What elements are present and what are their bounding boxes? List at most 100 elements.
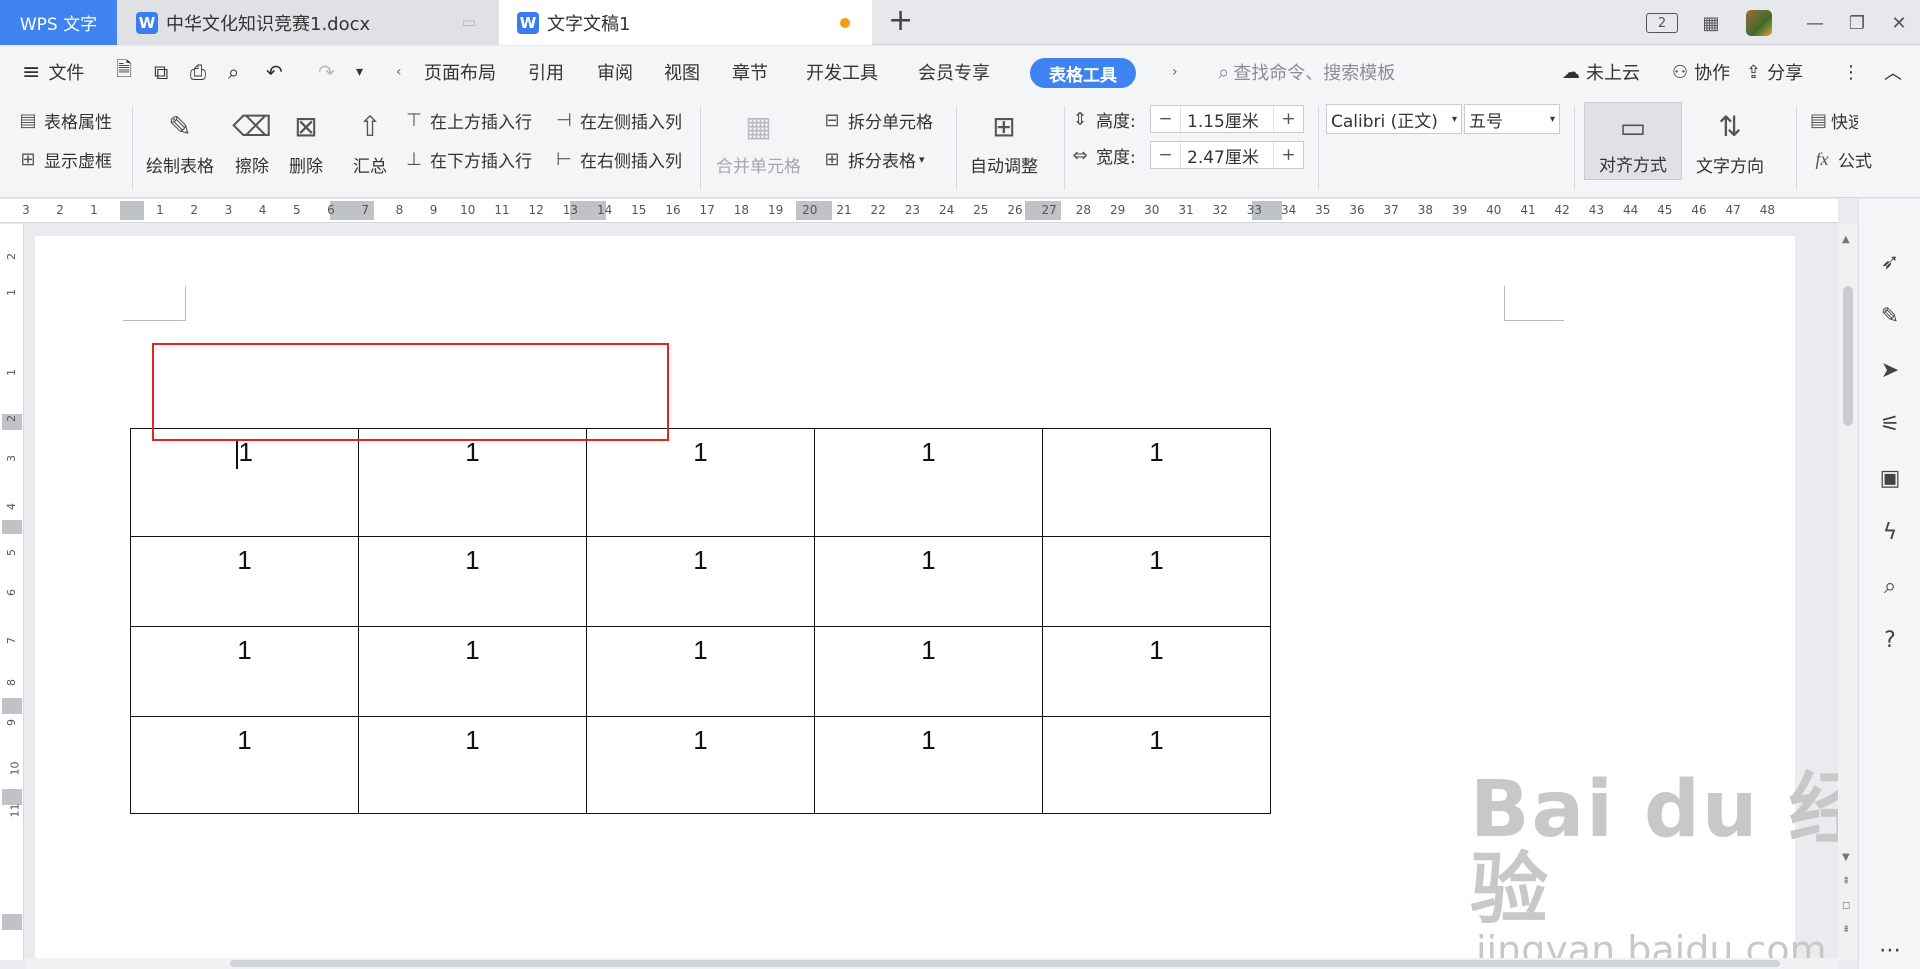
scroll-right-icon[interactable]: › [1172,46,1178,98]
menu-file[interactable]: ≡ 文件 [22,46,84,98]
insert-col-right-button[interactable]: ⊢ 在右侧插入列 [552,147,682,172]
share-button[interactable]: ⇪ 分享 [1746,46,1803,98]
table-cell[interactable]: 1 [1042,716,1271,814]
close-icon[interactable]: ✕ [1884,8,1914,38]
help-icon[interactable]: ? [1877,627,1903,653]
row-height-decrease[interactable]: − [1151,106,1181,132]
menu-developer[interactable]: 开发工具 [806,46,878,98]
ruler-row-marker[interactable] [2,698,22,714]
vertical-scroll-thumb[interactable] [1843,286,1853,426]
erase-button[interactable]: ⌫ 擦除 [232,106,272,178]
new-tab-icon[interactable]: + [888,6,913,36]
table-cell[interactable]: 1 [1042,626,1271,717]
table-cell[interactable]: 1 [130,536,359,627]
font-size-select[interactable]: 五号 ▾ [1464,104,1560,134]
more-menu-icon[interactable]: ⋮ [1842,46,1860,98]
menu-page-layout[interactable]: 页面布局 [424,46,496,98]
document-table[interactable]: 1 1 1 1 1 1 1 1 1 1 1 1 1 1 1 1 1 1 1 1 [130,428,1271,814]
collab-button[interactable]: ⚇ 协作 [1672,46,1730,98]
table-properties-button[interactable]: ▤ 表格属性 [16,108,112,133]
draw-table-button[interactable]: ✎ 绘制表格 [146,106,214,178]
menu-review[interactable]: 审阅 [597,46,633,98]
more-icon[interactable]: ⋯ [1877,937,1903,963]
vertical-ruler[interactable]: 2 1 1 2 3 4 5 6 7 8 9 10 11 [0,224,24,960]
tab-table-tools[interactable]: 表格工具 [1030,58,1136,88]
prev-page-icon[interactable]: ⇞ [1842,876,1850,887]
cloud-button[interactable]: ☁ 未上云 [1562,46,1640,98]
table-cell[interactable]: 1 [358,428,587,537]
ruler-row-marker[interactable] [2,520,22,534]
save-icon[interactable]: 🗎 [116,46,132,98]
sliders-icon[interactable]: ⚟ [1877,411,1903,437]
menu-chapter[interactable]: 章节 [732,46,768,98]
ruler-row-marker[interactable] [2,914,22,930]
insert-row-above-button[interactable]: ⊤ 在上方插入行 [402,108,532,133]
table-cell[interactable]: 1 [358,716,587,814]
table-cell[interactable]: 1 [1042,428,1271,537]
preview-icon[interactable]: ⌕ [228,46,239,98]
more-quick-icon[interactable]: ▾ [356,46,363,98]
window-count-button[interactable]: 2 [1644,8,1680,38]
tab-document-2[interactable]: W 文字文稿1 [499,0,872,45]
horizontal-ruler[interactable]: 3 2 1 1 2 3 4 5 6 7 8 9 10 11 12 13 14 15 16 17 18 19 20 21 22 23… [0,199,1838,223]
show-gridlines-button[interactable]: ⊞ 显示虚框 [16,147,112,172]
col-width-value[interactable]: 2.47厘米 [1181,143,1273,168]
split-table-button[interactable]: ⊞ 拆分表格 ▾ [820,147,924,172]
table-cell[interactable]: 1 [814,626,1043,717]
table-cell[interactable]: 1 [586,626,815,717]
table-cell[interactable]: 1 [586,536,815,627]
image-tools-icon[interactable]: ▣ [1877,465,1903,491]
print-icon[interactable]: ⎙ [190,46,206,98]
split-cells-button[interactable]: ⊟ 拆分单元格 [820,108,933,133]
summary-button[interactable]: ⇧ 汇总 [350,106,390,178]
col-width-stepper[interactable]: − 2.47厘米 + [1150,141,1304,169]
lightning-icon[interactable]: ϟ [1877,519,1903,545]
col-width-increase[interactable]: + [1273,142,1303,168]
table-cell[interactable]: 1 [130,428,359,537]
grid-apps-icon[interactable]: ▦ [1696,8,1726,38]
tab-document-1[interactable]: W 中华文化知识竞赛1.docx ▭ [118,0,498,45]
scroll-up-icon[interactable]: ▲ [1842,234,1850,245]
auto-fit-button[interactable]: ⊞ 自动调整 [970,106,1038,178]
monitor-icon[interactable]: ▭ [462,13,476,31]
table-cell[interactable]: 1 [814,536,1043,627]
ruler-column-marker[interactable] [120,201,144,220]
pen-icon[interactable]: ✎ [1877,303,1903,329]
collapse-ribbon-icon[interactable]: ︿ [1884,46,1902,98]
export-icon[interactable]: ⧉ [154,46,168,98]
cursor-icon[interactable]: ➤ [1877,357,1903,383]
merge-cells-button[interactable]: ▦ 合并单元格 [716,106,801,178]
map-search-icon[interactable]: ⌕ [1877,573,1903,599]
align-button[interactable]: ▭ 对齐方式 [1584,102,1682,180]
scroll-left-icon[interactable]: ‹ [396,46,402,98]
horizontal-scrollbar[interactable] [25,958,1838,969]
table-cell[interactable]: 1 [358,626,587,717]
next-page-icon[interactable]: ⇟ [1842,924,1850,935]
row-height-value[interactable]: 1.15厘米 [1181,107,1273,132]
scroll-down-icon[interactable]: ▼ [1842,852,1850,863]
undo-icon[interactable]: ↶ [266,46,283,98]
quick-calc-button[interactable]: ▤ 快速计算 [1810,108,1858,133]
restore-icon[interactable]: ❐ [1842,8,1872,38]
table-cell[interactable]: 1 [814,716,1043,814]
rocket-icon[interactable]: ➶ [1877,249,1903,275]
table-cell[interactable]: 1 [130,716,359,814]
delete-button[interactable]: ⊠ 删除 [286,106,326,178]
table-cell[interactable]: 1 [814,428,1043,537]
insert-col-left-button[interactable]: ⊣ 在左侧插入列 [552,108,682,133]
select-browse-icon[interactable]: ◻ [1842,900,1850,911]
table-cell[interactable]: 1 [586,428,815,537]
vertical-scrollbar[interactable]: ▲ ▼ ⇞ ◻ ⇟ [1838,224,1858,960]
table-cell[interactable]: 1 [130,626,359,717]
formula-button[interactable]: fx 公式 [1810,147,1873,172]
table-cell[interactable]: 1 [358,536,587,627]
horizontal-scroll-thumb[interactable] [230,960,1780,967]
avatar[interactable] [1744,8,1774,38]
row-height-stepper[interactable]: − 1.15厘米 + [1150,105,1304,133]
app-tab-wps[interactable]: WPS 文字 [0,0,117,45]
minimize-icon[interactable]: — [1800,8,1830,38]
menu-references[interactable]: 引用 [528,46,564,98]
table-cell[interactable]: 1 [1042,536,1271,627]
text-direction-button[interactable]: ⇅ 文字方向 [1696,106,1764,178]
table-cell[interactable]: 1 [586,716,815,814]
